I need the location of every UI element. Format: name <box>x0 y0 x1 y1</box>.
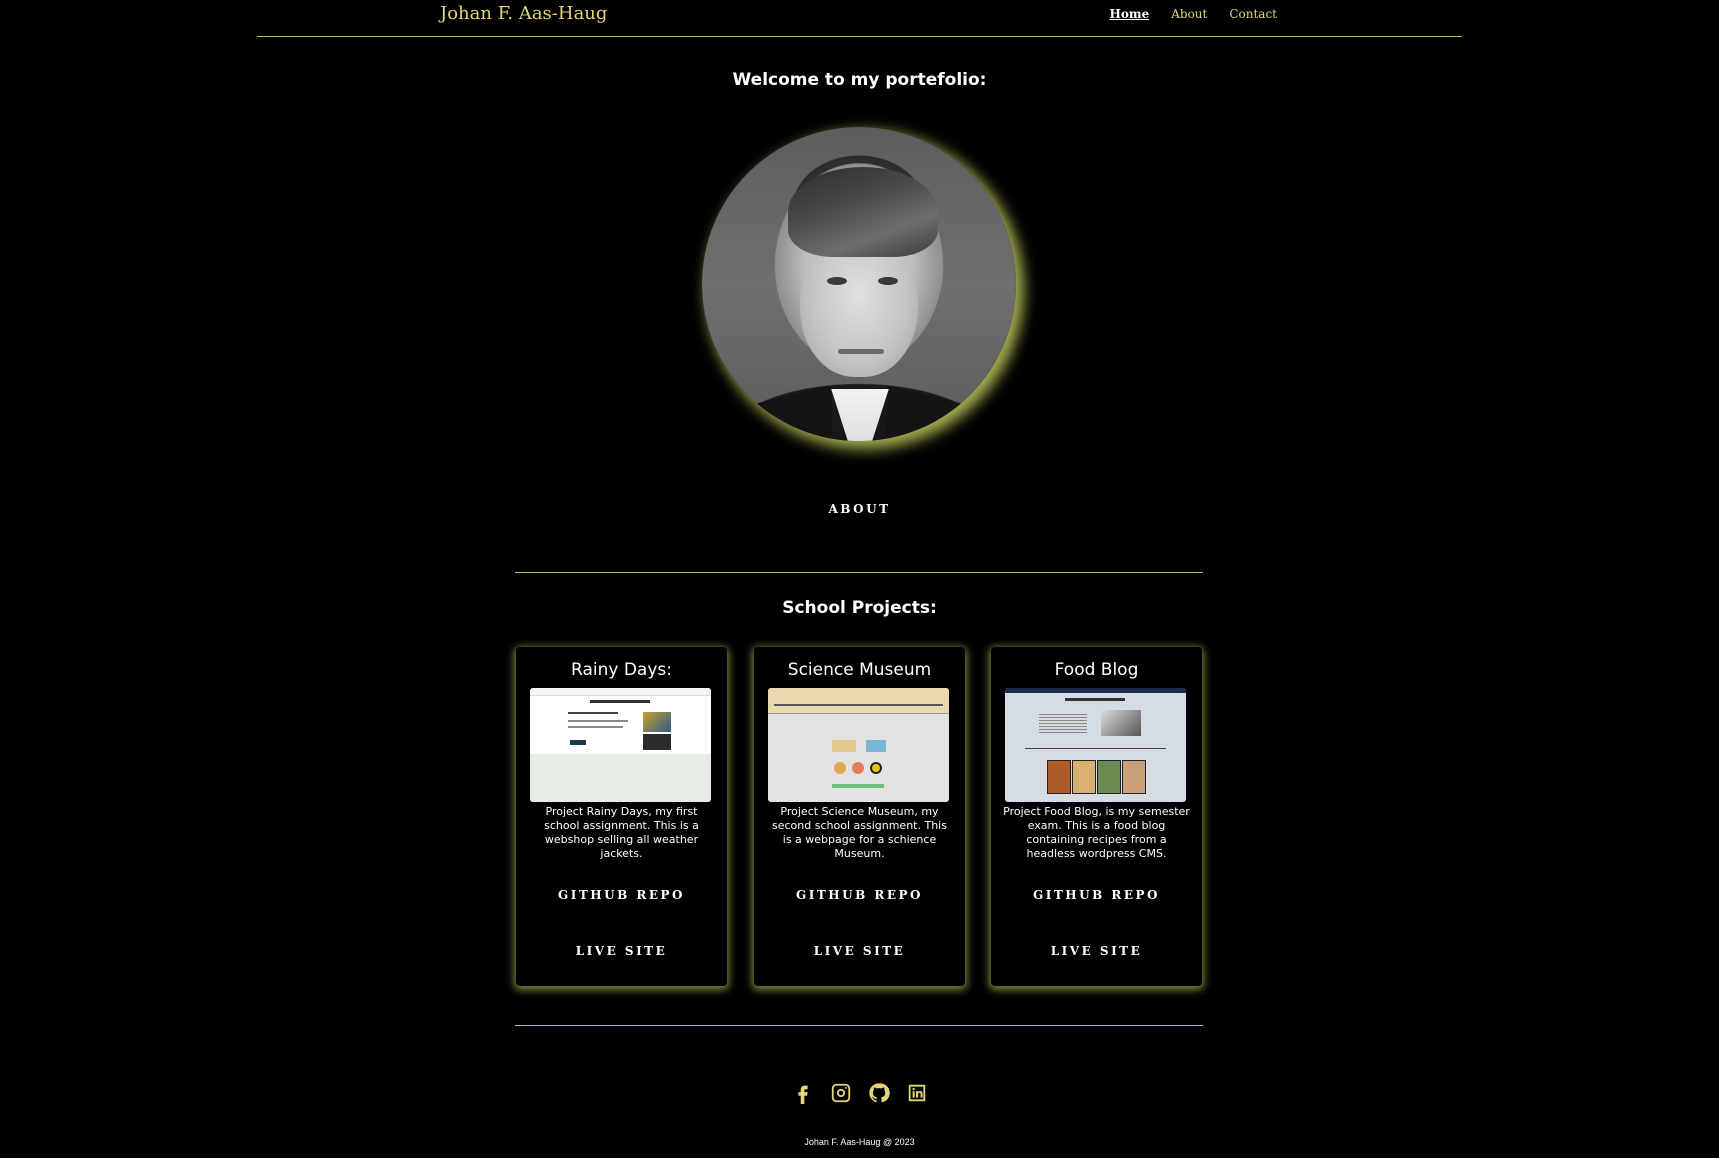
instagram-icon[interactable] <box>830 1082 852 1104</box>
project-card-rainy-days: Rainy Days: Project Rainy Days, my first… <box>516 647 727 986</box>
profile-photo <box>702 127 1016 441</box>
portrait-hair <box>788 167 938 257</box>
github-icon[interactable] <box>868 1082 890 1104</box>
section-divider <box>515 572 1203 573</box>
projects-heading: School Projects: <box>782 598 937 618</box>
github-repo-button[interactable]: GITHUB REPO <box>991 888 1202 902</box>
project-card-food-blog: Food Blog Project Food Blog, is my semes… <box>991 647 1202 986</box>
project-description: Project Food Blog, is my semester exam. … <box>1003 805 1190 860</box>
social-links <box>0 1082 1719 1104</box>
portrait-eye-right <box>878 277 898 285</box>
main-nav: Home About Contact <box>1088 7 1277 21</box>
welcome-heading: Welcome to my portefolio: <box>732 70 987 90</box>
nav-about-link[interactable]: About <box>1171 7 1207 21</box>
live-site-button[interactable]: LIVE SITE <box>516 944 727 958</box>
nav-home-link[interactable]: Home <box>1110 7 1150 21</box>
live-site-button[interactable]: LIVE SITE <box>754 944 965 958</box>
project-screenshot <box>768 688 949 802</box>
live-site-button[interactable]: LIVE SITE <box>991 944 1202 958</box>
site-header: Johan F. Aas-Haug Home About Contact <box>257 0 1462 37</box>
copyright-text: Johan F. Aas-Haug @ 2023 <box>804 1137 915 1147</box>
portfolio-page: Johan F. Aas-Haug Home About Contact Wel… <box>0 0 1719 1158</box>
project-description: Project Science Museum, my second school… <box>772 805 947 860</box>
project-screenshot <box>530 688 711 802</box>
linkedin-icon[interactable] <box>906 1082 928 1104</box>
project-card-science-museum: Science Museum Project Science Museum, m… <box>754 647 965 986</box>
facebook-icon[interactable] <box>792 1082 814 1104</box>
about-button[interactable]: ABOUT <box>0 502 1719 516</box>
github-repo-button[interactable]: GITHUB REPO <box>754 888 965 902</box>
project-screenshot <box>1005 688 1186 802</box>
project-title: Rainy Days: <box>571 660 672 680</box>
github-repo-button[interactable]: GITHUB REPO <box>516 888 727 902</box>
project-title: Science Museum <box>787 660 932 680</box>
portrait-mouth <box>838 349 884 354</box>
project-description: Project Rainy Days, my first school assi… <box>544 805 699 860</box>
brand-name[interactable]: Johan F. Aas-Haug <box>440 3 607 24</box>
nav-contact-link[interactable]: Contact <box>1229 7 1277 21</box>
section-divider <box>515 1025 1203 1026</box>
portrait-eye-left <box>827 277 847 285</box>
project-title: Food Blog <box>1054 660 1139 680</box>
